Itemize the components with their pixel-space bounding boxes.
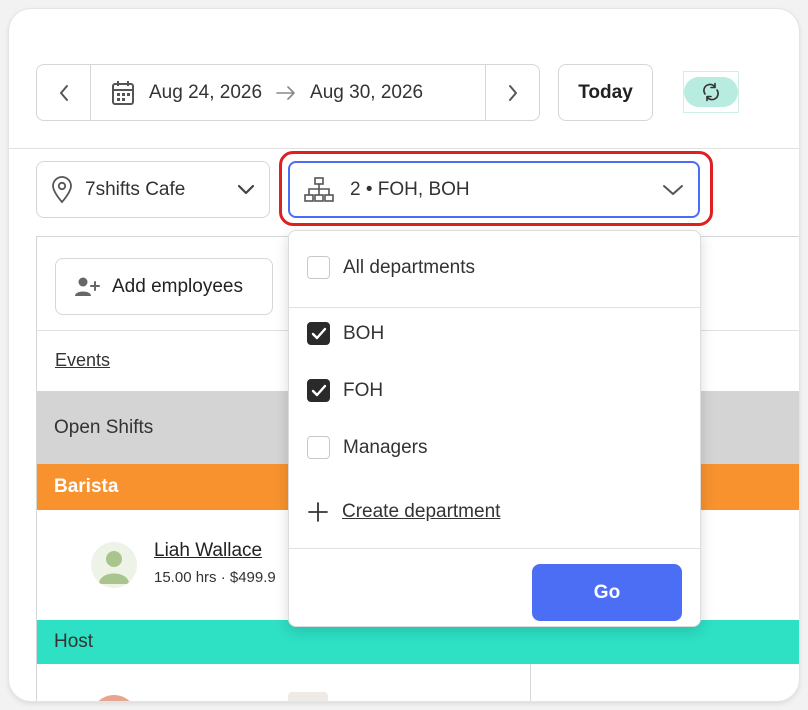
add-employees-label: Add employees [112,275,243,297]
next-week-button[interactable] [485,65,539,120]
chevron-down-icon [663,184,683,195]
department-option-boh[interactable]: BOH [289,322,700,345]
app-window: Aug 24, 2026 Aug 30, 2026 Today 7shifts … [9,9,799,701]
department-option-managers[interactable]: Managers [289,436,700,459]
dropdown-divider [289,548,700,549]
department-option-foh[interactable]: FOH [289,379,700,402]
header-divider [9,148,799,149]
end-date: Aug 30, 2026 [310,81,424,103]
create-department-label: Create department [342,501,501,522]
location-select[interactable]: 7shifts Cafe [36,161,270,218]
open-shifts-label: Open Shifts [54,416,154,438]
calendar-icon [112,80,134,105]
location-pin-icon [52,175,72,203]
sync-icon [703,82,719,102]
sync-button[interactable] [683,71,739,113]
department-label: 2 • FOH, BOH [350,178,470,200]
today-button[interactable]: Today [558,64,653,121]
arrow-right-icon [276,85,295,100]
org-chart-icon [304,176,334,202]
all-departments-option[interactable]: All departments [289,256,700,279]
department-select[interactable]: 2 • FOH, BOH [288,161,700,218]
option-label: Managers [343,436,428,458]
option-label: All departments [343,256,476,278]
events-link[interactable]: Events [55,350,110,371]
sync-pill [684,77,738,107]
employee-hours-cost: 15.00 hrs · $499.9 [154,569,276,586]
plus-icon [308,502,328,522]
employee-name-link[interactable]: Liah Wallace [154,540,262,562]
option-label: BOH [343,322,385,344]
checkbox[interactable] [307,436,330,459]
department-dropdown-menu: All departments BOH FOH Managers Create … [288,230,701,627]
role-label: Host [54,631,94,652]
role-label: Barista [54,476,119,497]
checkbox-checked[interactable] [307,379,330,402]
create-department-link[interactable]: Create department [289,501,700,523]
checkmark-icon [311,384,326,396]
chevron-down-icon [237,184,255,194]
checkbox[interactable] [307,256,330,279]
chevron-right-icon [508,84,517,101]
chevron-left-icon [59,84,68,101]
date-range-picker: Aug 24, 2026 Aug 30, 2026 [36,64,540,121]
date-range[interactable]: Aug 24, 2026 Aug 30, 2026 [91,65,485,120]
shift-placeholder [288,692,328,701]
column-divider [530,664,531,701]
option-label: FOH [343,379,384,401]
start-date: Aug 24, 2026 [149,81,263,103]
person-icon [99,551,129,584]
go-button[interactable]: Go [532,564,682,621]
add-user-icon [75,277,100,296]
location-label: 7shifts Cafe [85,178,186,200]
checkbox-checked[interactable] [307,322,330,345]
previous-week-button[interactable] [37,65,91,120]
avatar[interactable] [91,542,137,588]
checkmark-icon [311,327,326,339]
add-employees-button[interactable]: Add employees [55,258,273,315]
dropdown-divider [289,307,700,308]
